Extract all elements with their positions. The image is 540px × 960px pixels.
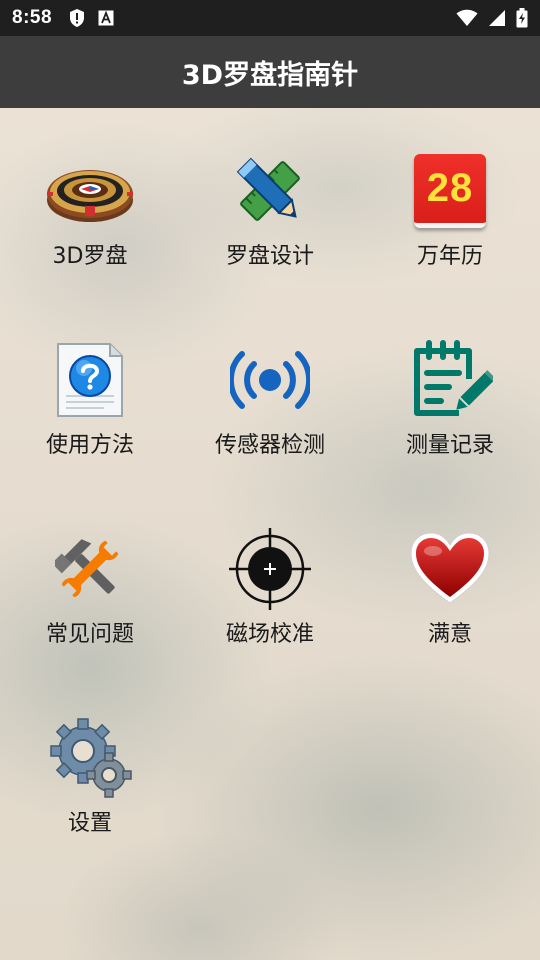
tile-satisfied[interactable]: 满意 [360, 486, 540, 675]
tile-faq[interactable]: 常见问题 [0, 486, 180, 675]
sensor-signal-icon [225, 335, 315, 425]
tile-label-satisfied: 满意 [427, 622, 472, 647]
app-bar: 3D罗盘指南针 [0, 36, 540, 108]
calendar-box: 28 [414, 154, 486, 228]
help-document-icon [45, 335, 135, 425]
tile-label-3d-compass: 3D罗盘 [52, 244, 128, 269]
status-left-icons [68, 8, 114, 28]
tile-calendar[interactable]: 28 万年历 [360, 108, 540, 297]
font-a-icon [98, 10, 114, 26]
tile-compass-design[interactable]: 罗盘设计 [180, 108, 360, 297]
design-pencil-ruler-icon [225, 146, 315, 236]
calendar-day-number: 28 [426, 166, 474, 210]
main-content: 3D罗盘 罗盘设计 28 万年历 使用方法 传感器检测 测量记录 常见问题 磁场… [0, 108, 540, 960]
tile-measure-records[interactable]: 测量记录 [360, 297, 540, 486]
tile-label-settings: 设置 [67, 811, 112, 836]
tile-sensor-check[interactable]: 传感器检测 [180, 297, 360, 486]
shield-alert-icon [68, 8, 86, 28]
compass-3d-icon [45, 146, 135, 236]
tools-icon [45, 524, 135, 614]
battery-charging-icon [516, 8, 528, 28]
status-time: 8:58 [12, 7, 53, 28]
feature-grid: 3D罗盘 罗盘设计 28 万年历 使用方法 传感器检测 测量记录 常见问题 磁场… [0, 108, 540, 864]
notes-edit-icon [405, 335, 495, 425]
tile-settings[interactable]: 设置 [0, 675, 180, 864]
gears-icon [45, 713, 135, 803]
tile-label-how-to-use: 使用方法 [45, 433, 134, 458]
tile-label-calendar: 万年历 [416, 244, 483, 269]
heart-icon [405, 524, 495, 614]
tile-label-sensor-check: 传感器检测 [214, 433, 325, 458]
tile-label-magnetic-calibration: 磁场校准 [225, 622, 314, 647]
cell-signal-icon [488, 9, 506, 27]
tile-label-measure-records: 测量记录 [405, 433, 494, 458]
tile-how-to-use[interactable]: 使用方法 [0, 297, 180, 486]
crosshair-icon [225, 524, 315, 614]
status-right-icons [456, 8, 528, 28]
tile-magnetic-calibration[interactable]: 磁场校准 [180, 486, 360, 675]
status-bar: 8:58 [0, 0, 540, 36]
wifi-icon [456, 9, 478, 27]
tile-label-compass-design: 罗盘设计 [225, 244, 314, 269]
app-title: 3D罗盘指南针 [181, 59, 359, 91]
calendar-icon: 28 [405, 146, 495, 236]
tile-label-faq: 常见问题 [45, 622, 134, 647]
tile-3d-compass[interactable]: 3D罗盘 [0, 108, 180, 297]
